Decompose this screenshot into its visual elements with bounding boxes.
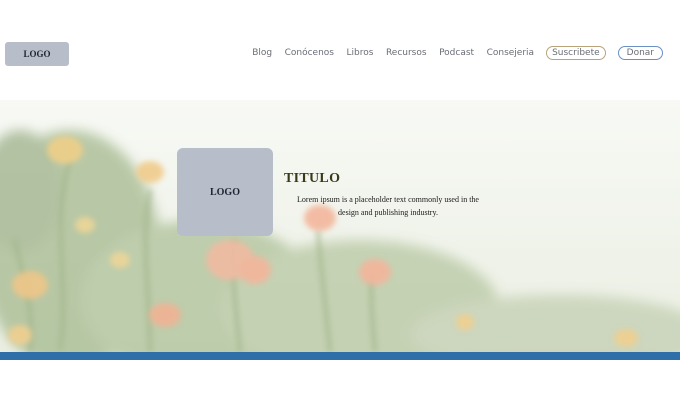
nav-link-podcast[interactable]: Podcast xyxy=(439,48,474,58)
hero-logo: LOGO xyxy=(177,148,273,236)
hero-title: TITULO xyxy=(284,171,341,186)
nav-link-libros[interactable]: Libros xyxy=(347,48,374,58)
flower-field-image xyxy=(0,100,680,352)
main-nav: Blog Conócenos Libros Recursos Podcast C… xyxy=(240,46,663,60)
nav-link-consejeria[interactable]: Consejeria xyxy=(487,48,534,58)
nav-link-recursos[interactable]: Recursos xyxy=(386,48,427,58)
donate-button[interactable]: Donar xyxy=(617,46,663,60)
hero-description: Lorem ipsum is a placeholder text common… xyxy=(297,195,479,217)
hero-background xyxy=(0,100,680,352)
nav-link-conocenos[interactable]: Conócenos xyxy=(285,48,334,58)
nav-link-blog[interactable]: Blog xyxy=(252,48,272,58)
header-logo[interactable]: LOGO xyxy=(5,42,69,66)
footer-accent-bar xyxy=(0,352,680,360)
site-header: LOGO Blog Conócenos Libros Recursos Podc… xyxy=(0,0,680,100)
subscribe-button[interactable]: Suscribete xyxy=(546,46,606,60)
